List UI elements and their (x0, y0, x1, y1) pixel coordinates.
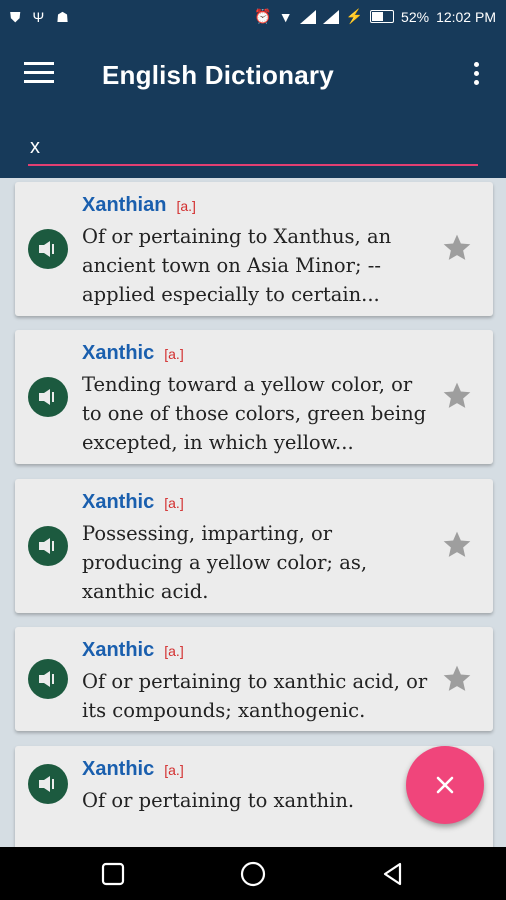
list-item[interactable]: Xanthic [a.] Possessing, imparting, or pr… (15, 479, 493, 613)
wifi-icon: ▼ (278, 8, 293, 25)
entry-definition: Of or pertaining to xanthin. (82, 789, 355, 812)
entry-definition: Possessing, imparting, or producing a ye… (82, 522, 368, 603)
part-of-speech: [a.] (164, 762, 184, 778)
system-icons: ⏰ ▼ ⚡ 52% 12:02 PM (254, 8, 496, 25)
part-of-speech: [a.] (164, 643, 184, 659)
entry-word: Xanthic [a.] (82, 491, 184, 514)
entry-word-text: Xanthic (82, 491, 155, 513)
back-icon[interactable] (380, 861, 406, 887)
list-item[interactable]: Xanthic [a.] Tending toward a yellow colo… (15, 330, 493, 464)
speaker-icon[interactable] (28, 377, 68, 417)
entry-word-text: Xanthic (82, 639, 155, 661)
star-icon[interactable] (441, 232, 473, 264)
battery-percent: 52% (401, 8, 430, 25)
star-icon[interactable] (441, 380, 473, 412)
recent-apps-icon[interactable] (100, 861, 126, 887)
home-icon[interactable] (240, 861, 266, 887)
list-item[interactable]: Xanthic [a.] Of or pertaining to xanthic … (15, 627, 493, 731)
charging-icon: ⚡ (345, 8, 364, 24)
clock: 12:02 PM (436, 8, 496, 25)
more-vert-icon[interactable] (472, 62, 480, 88)
speaker-icon[interactable] (28, 764, 68, 804)
star-icon[interactable] (441, 663, 473, 695)
search-input[interactable] (28, 130, 478, 166)
speaker-icon[interactable] (28, 526, 68, 566)
entry-definition: Of or pertaining to Xanthus, an ancient … (82, 225, 392, 306)
entry-definition: Of or pertaining to xanthic acid, or its… (82, 670, 428, 722)
navigation-bar (0, 847, 506, 900)
entry-word: Xanthic [a.] (82, 342, 184, 365)
part-of-speech: [a.] (164, 495, 184, 511)
list-item[interactable]: Xanthian [a.] Of or pertaining to Xanthus… (15, 182, 493, 316)
alarm-icon: ⏰ (254, 8, 272, 24)
entry-definition: Tending toward a yellow color, or to one… (82, 373, 427, 454)
results-list[interactable]: Xanthian [a.] Of or pertaining to Xanthus… (0, 178, 506, 847)
usb-icon: Ψ (32, 9, 45, 25)
hamburger-menu-icon[interactable] (24, 62, 54, 84)
close-icon (436, 776, 454, 794)
entry-word: Xanthic [a.] (82, 639, 184, 662)
battery-icon (370, 10, 395, 23)
entry-word: Xanthic [a.] (82, 758, 184, 781)
android-icon: ☗ (56, 9, 69, 25)
status-bar: ⛊ Ψ ☗ ⏰ ▼ ⚡ 52% 12:02 PM (0, 0, 506, 36)
signal-icon-2 (322, 9, 339, 24)
app-bar: English Dictionary (0, 36, 506, 178)
entry-word: Xanthian [a.] (82, 194, 196, 217)
entry-word-text: Xanthic (82, 758, 155, 780)
star-icon[interactable] (441, 529, 473, 561)
clear-search-button[interactable] (406, 746, 484, 824)
shield-icon: ⛊ (10, 9, 21, 25)
part-of-speech: [a.] (164, 346, 184, 362)
signal-icon (299, 9, 316, 24)
notification-icons: ⛊ Ψ ☗ (10, 9, 69, 26)
speaker-icon[interactable] (28, 659, 68, 699)
page-title: English Dictionary (102, 60, 334, 90)
part-of-speech: [a.] (176, 198, 196, 214)
speaker-icon[interactable] (28, 229, 68, 269)
entry-word-text: Xanthic (82, 342, 155, 364)
entry-word-text: Xanthian (82, 194, 167, 216)
